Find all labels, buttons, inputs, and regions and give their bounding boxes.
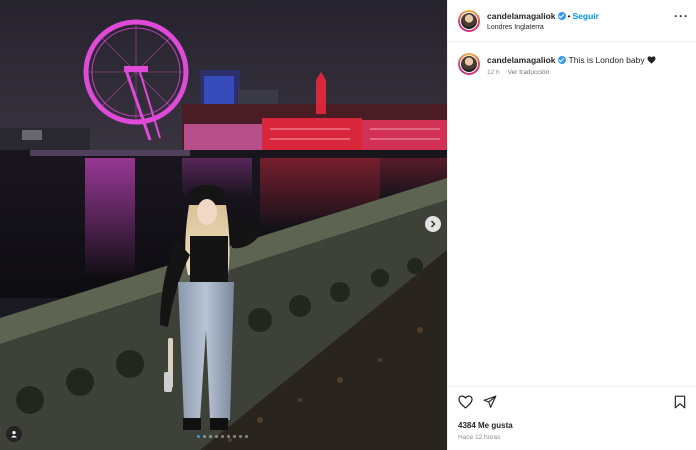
more-options-icon[interactable]: ··· (674, 10, 689, 22)
location-link[interactable]: Londres Inglaterra (487, 24, 544, 31)
caption-avatar[interactable] (458, 53, 480, 75)
carousel-dot (227, 435, 230, 438)
instagram-post-modal: candelamagaliok • Seguir Londres Inglaterr… (0, 0, 696, 450)
like-heart-icon[interactable] (458, 395, 473, 409)
post-actions: 4384 Me gusta Hace 12 horas (448, 386, 696, 450)
verified-badge-icon (557, 12, 566, 20)
post-photo[interactable] (0, 0, 447, 450)
caption-text: This is London baby (568, 55, 645, 65)
user-tag-icon (11, 431, 17, 438)
carousel-dot (233, 435, 236, 438)
share-icon[interactable] (483, 395, 497, 409)
username-link[interactable]: candelamagaliok (487, 11, 556, 21)
post-header: candelamagaliok • Seguir Londres Inglaterr… (448, 0, 696, 42)
carousel-dot (239, 435, 242, 438)
user-tag-button[interactable] (6, 426, 22, 442)
post-timestamp: Hace 12 horas (458, 434, 501, 441)
bookmark-icon[interactable] (674, 395, 686, 409)
avatar[interactable] (458, 10, 480, 32)
carousel-dot (245, 435, 248, 438)
header-username-line: candelamagaliok • Seguir (487, 11, 599, 21)
carousel-next-button[interactable] (425, 216, 441, 232)
follow-button[interactable]: Seguir (573, 11, 599, 21)
see-translation-link[interactable]: Ver traducción (508, 69, 550, 76)
carousel-dot (203, 435, 206, 438)
london-night-photo (0, 0, 447, 450)
carousel-dot (221, 435, 224, 438)
verified-badge-icon (557, 56, 566, 64)
carousel-dot (197, 435, 200, 438)
caption-time: 12 h (487, 69, 500, 76)
carousel-dot (209, 435, 212, 438)
likes-count[interactable]: 4384 Me gusta (458, 421, 513, 430)
caption-line: candelamagaliok This is London baby (487, 55, 656, 65)
caption-meta: 12 h Ver traducción (487, 69, 557, 76)
carousel-indicator (197, 435, 248, 438)
caption-username-link[interactable]: candelamagaliok (487, 55, 556, 65)
post-side-panel: candelamagaliok • Seguir Londres Inglaterr… (447, 0, 696, 450)
chevron-right-icon (431, 220, 436, 228)
heart-icon (647, 56, 656, 64)
separator-dot: • (567, 11, 571, 21)
carousel-dot (215, 435, 218, 438)
